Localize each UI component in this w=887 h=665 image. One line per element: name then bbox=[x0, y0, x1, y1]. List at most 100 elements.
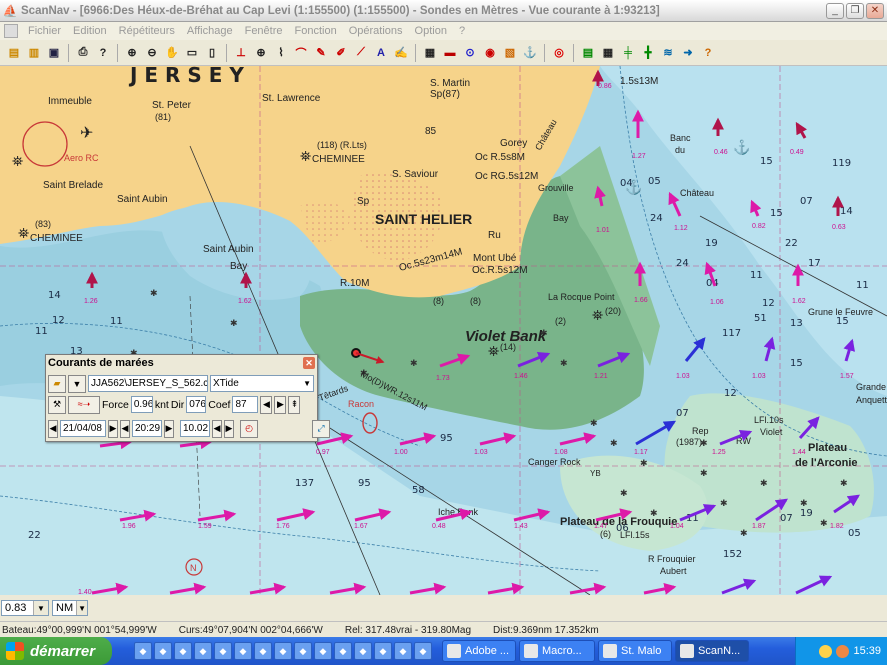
printer-icon[interactable]: ▦ bbox=[421, 44, 439, 62]
dialog-close-icon[interactable]: ✕ bbox=[303, 357, 315, 369]
target-icon[interactable]: ◉ bbox=[481, 44, 499, 62]
quicklaunch-icon[interactable]: ◆ bbox=[174, 642, 192, 660]
time-next-icon[interactable]: ▶ bbox=[164, 419, 174, 438]
window-icon[interactable]: ▯ bbox=[203, 44, 221, 62]
zoom-select[interactable]: 0.83 ▼ bbox=[1, 600, 49, 616]
grid-icon[interactable]: ▦ bbox=[599, 44, 617, 62]
compass-icon[interactable]: ⊙ bbox=[461, 44, 479, 62]
time-field[interactable]: 20:29 bbox=[132, 420, 162, 437]
current-speed-label: 0.48 bbox=[432, 523, 446, 530]
quicklaunch-icon[interactable]: ◆ bbox=[334, 642, 352, 660]
date-next-icon[interactable]: ▶ bbox=[108, 419, 118, 438]
current-vector-icon[interactable]: ≈➝ bbox=[68, 395, 100, 414]
erase-icon[interactable]: ✐ bbox=[332, 44, 350, 62]
graph-icon[interactable]: ╪ bbox=[619, 44, 637, 62]
mark-icon[interactable]: ✎ bbox=[312, 44, 330, 62]
waypoint-icon[interactable]: ⊕ bbox=[252, 44, 270, 62]
menu-option[interactable]: Option bbox=[409, 25, 453, 37]
tray-icon[interactable] bbox=[836, 644, 850, 658]
lifebuoy-icon[interactable]: ◎ bbox=[550, 44, 568, 62]
coef-prev-icon[interactable]: ◀ bbox=[260, 395, 273, 414]
track-icon[interactable]: ⌒ bbox=[292, 44, 310, 62]
coef-next-icon[interactable]: ▶ bbox=[274, 395, 287, 414]
quicklaunch-icon[interactable]: ◆ bbox=[254, 642, 272, 660]
quicklaunch-icon[interactable]: ◆ bbox=[314, 642, 332, 660]
step-next-icon[interactable]: ▶ bbox=[224, 419, 234, 438]
open-file-icon[interactable]: ▰ bbox=[48, 374, 66, 393]
measure-icon[interactable]: ⟋ bbox=[352, 44, 370, 62]
tidal-currents-dialog[interactable]: Courants de marées ✕ ▰ ▼ JJA562\JERSEY_S… bbox=[45, 354, 330, 442]
current-speed-label: 1.27 bbox=[632, 153, 646, 160]
menu-help[interactable]: ? bbox=[453, 25, 471, 37]
step-prev-icon[interactable]: ◀ bbox=[212, 419, 222, 438]
time-prev-icon[interactable]: ◀ bbox=[120, 419, 130, 438]
zoom-out-icon[interactable]: ⊖ bbox=[143, 44, 161, 62]
chart-view[interactable]: ✱✱✱ ✱✱✱ ✱✱✱ ✱✱✱ ✱✱✱ ✱✱✱ ✱✱✱ ✈ J E R S E … bbox=[0, 66, 887, 595]
file-dropdown-icon[interactable]: ▼ bbox=[68, 374, 86, 393]
menu-fichier[interactable]: Fichier bbox=[22, 25, 67, 37]
expand-icon[interactable]: ⤢ bbox=[312, 419, 330, 438]
quicklaunch-icon[interactable]: ◆ bbox=[354, 642, 372, 660]
menu-edition[interactable]: Edition bbox=[67, 25, 113, 37]
print-icon[interactable]: ⎙ bbox=[74, 44, 92, 62]
date-field[interactable]: 21/04/08 bbox=[60, 420, 106, 437]
menu-operations[interactable]: Opérations bbox=[343, 25, 409, 37]
label-aero-rc: Aero RC bbox=[64, 153, 99, 163]
clock-icon[interactable]: ◴ bbox=[240, 419, 258, 438]
route-icon[interactable]: ⌇ bbox=[272, 44, 290, 62]
help-cursor-icon[interactable]: ? bbox=[94, 44, 112, 62]
layers-icon[interactable]: ▤ bbox=[579, 44, 597, 62]
dialog-title-bar[interactable]: Courants de marées ✕ bbox=[46, 355, 317, 371]
current-file-field[interactable]: JJA562\JERSEY_S_562.cur bbox=[88, 375, 208, 392]
hammer-icon[interactable]: ⚒ bbox=[48, 395, 66, 414]
quicklaunch-icon[interactable]: ◆ bbox=[274, 642, 292, 660]
tide-curve-icon[interactable]: ≋ bbox=[659, 44, 677, 62]
routing-icon[interactable]: ▧ bbox=[501, 44, 519, 62]
quicklaunch-icon[interactable]: ◆ bbox=[394, 642, 412, 660]
text-icon[interactable]: A bbox=[372, 44, 390, 62]
menu-affichage[interactable]: Affichage bbox=[181, 25, 239, 37]
task-st-malo[interactable]: St. Malo bbox=[598, 640, 672, 662]
date-prev-icon[interactable]: ◀ bbox=[48, 419, 58, 438]
menu-repetiteurs[interactable]: Répétiteurs bbox=[113, 25, 181, 37]
marker-icon[interactable]: ✍ bbox=[392, 44, 410, 62]
quicklaunch-icon[interactable]: ◆ bbox=[154, 642, 172, 660]
boat-icon[interactable]: ⊥ bbox=[232, 44, 250, 62]
unit-select[interactable]: NM ▼ bbox=[52, 600, 88, 616]
quicklaunch-icon[interactable]: ◆ bbox=[414, 642, 432, 660]
coef-field[interactable]: 87 bbox=[232, 396, 259, 413]
tray-icon[interactable] bbox=[819, 644, 833, 658]
open-chart-icon[interactable]: ▤ bbox=[5, 44, 23, 62]
about-icon[interactable]: ? bbox=[699, 44, 717, 62]
select-rect-icon[interactable]: ▭ bbox=[183, 44, 201, 62]
task-macro[interactable]: Macro... bbox=[519, 640, 595, 662]
step-field[interactable]: 10.02 bbox=[180, 420, 210, 437]
zoom-in-icon[interactable]: ⊕ bbox=[123, 44, 141, 62]
current-grid-icon[interactable]: ╋ bbox=[639, 44, 657, 62]
task-scannav[interactable]: ScanN... bbox=[675, 640, 749, 662]
lighthouse-icon: ⛯ bbox=[12, 153, 23, 169]
menu-fenetre[interactable]: Fenêtre bbox=[239, 25, 289, 37]
quicklaunch-icon[interactable]: ◆ bbox=[374, 642, 392, 660]
save-icon[interactable]: ▣ bbox=[45, 44, 63, 62]
tide-icon[interactable]: ▬ bbox=[441, 44, 459, 62]
coef-up-icon[interactable]: ⇞ bbox=[288, 395, 301, 414]
minimize-button[interactable]: _ bbox=[826, 2, 844, 19]
dir-field[interactable]: 076 bbox=[186, 396, 207, 413]
quicklaunch-icon[interactable]: ◆ bbox=[194, 642, 212, 660]
menu-fonction[interactable]: Fonction bbox=[289, 25, 343, 37]
quicklaunch-icon[interactable]: ◆ bbox=[294, 642, 312, 660]
quicklaunch-icon[interactable]: ◆ bbox=[234, 642, 252, 660]
pan-hand-icon[interactable]: ✋ bbox=[163, 44, 181, 62]
close-button[interactable]: ✕ bbox=[866, 2, 884, 19]
force-field[interactable]: 0.96 bbox=[130, 396, 153, 413]
current-arrow-icon[interactable]: ➜ bbox=[679, 44, 697, 62]
maximize-button[interactable]: ❐ bbox=[846, 2, 864, 19]
task-adobe[interactable]: Adobe ... bbox=[442, 640, 516, 662]
open-folder-icon[interactable]: ▥ bbox=[25, 44, 43, 62]
anchor-icon[interactable]: ⚓ bbox=[521, 44, 539, 62]
quicklaunch-icon[interactable]: ◆ bbox=[214, 642, 232, 660]
quicklaunch-icon[interactable]: ◆ bbox=[134, 642, 152, 660]
source-select[interactable]: XTide ▼ bbox=[210, 375, 314, 392]
start-button[interactable]: démarrer bbox=[0, 637, 112, 665]
